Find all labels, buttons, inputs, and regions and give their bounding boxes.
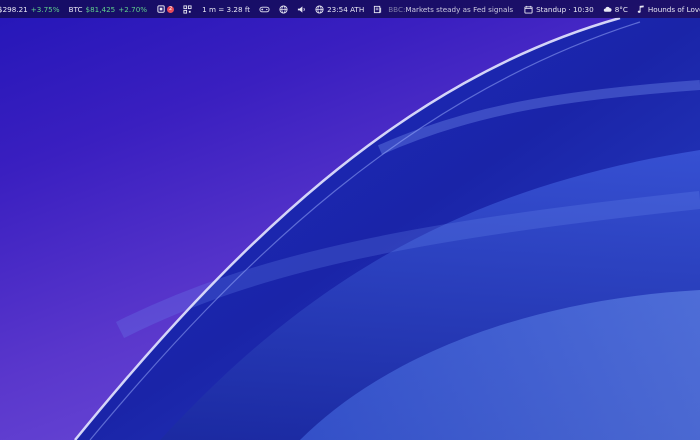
- stock-ticker[interactable]: $298.21 +3.75%: [0, 5, 60, 14]
- notifications-button[interactable]: 2: [157, 4, 175, 14]
- qr-code-button[interactable]: [183, 4, 192, 14]
- stock-value: $298.21: [0, 4, 28, 14]
- clock-text: 23:54 ATH: [327, 4, 365, 14]
- crypto-ticker[interactable]: BTC $81,425 +2.70%: [69, 5, 148, 14]
- stock-change: +3.75%: [30, 4, 60, 14]
- notifications-icon: [157, 4, 166, 14]
- gamepad-button[interactable]: [259, 5, 270, 14]
- unit-converter[interactable]: 1 m = 3.28 ft: [202, 5, 250, 14]
- world-clock-icon: [315, 4, 324, 14]
- music-track: Hounds of Love: [647, 4, 700, 14]
- news-ticker[interactable]: BBC: Markets steady as Fed signals: [373, 5, 513, 14]
- crypto-symbol: BTC: [68, 4, 83, 14]
- crypto-value: $81,425: [85, 4, 116, 14]
- news-source: BBC:: [388, 4, 406, 14]
- network-button[interactable]: [279, 4, 288, 14]
- music-player[interactable]: Hounds of Love: [637, 5, 700, 14]
- calendar-event: Standup · 10:30: [536, 4, 594, 14]
- crypto-change: +2.70%: [118, 4, 148, 14]
- volume-icon: [297, 5, 306, 14]
- music-note-icon: [637, 4, 645, 14]
- globe-icon: [279, 4, 288, 14]
- cloud-icon: [603, 5, 612, 13]
- calendar-widget[interactable]: Standup · 10:30: [524, 5, 594, 14]
- world-clock[interactable]: 23:54 ATH: [315, 5, 364, 14]
- weather-temperature: 8°C: [614, 4, 628, 14]
- notifications-badge: 2: [167, 5, 175, 13]
- volume-button[interactable]: [297, 5, 306, 14]
- unit-conversion-text: 1 m = 3.28 ft: [202, 4, 251, 14]
- qr-code-icon: [183, 4, 192, 14]
- news-icon: [373, 5, 382, 14]
- calendar-icon: [524, 5, 533, 14]
- wallpaper: [74, 16, 700, 440]
- weather-widget[interactable]: 8°C: [603, 5, 628, 14]
- top-status-bar: $298.21 +3.75% BTC $81,425 +2.70% 2 1 m …: [0, 0, 700, 18]
- gamepad-icon: [259, 5, 270, 14]
- news-headline: Markets steady as Fed signals: [405, 4, 514, 14]
- desktop: $298.21 +3.75% BTC $81,425 +2.70% 2 1 m …: [0, 0, 700, 440]
